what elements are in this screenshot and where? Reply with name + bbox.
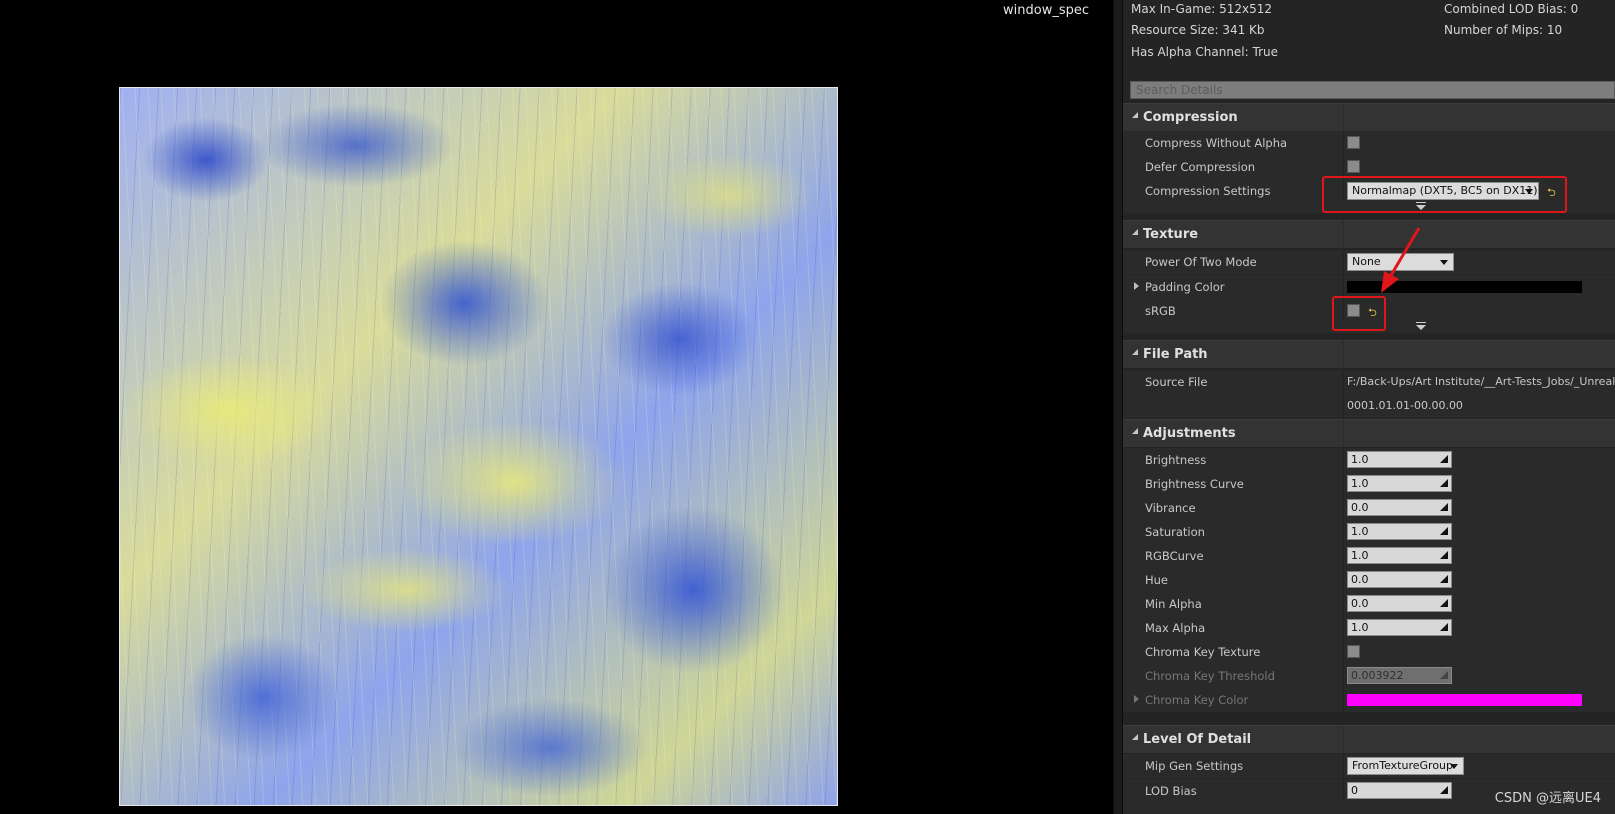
details-panel: Max In-Game: 512x512 Resource Size: 341 … (1123, 0, 1615, 814)
annotation-arrow (1381, 227, 1421, 293)
texture-name-label: window_spec (1003, 3, 1089, 18)
texture-preview (119, 87, 838, 806)
panel-splitter[interactable] (1113, 0, 1123, 814)
watermark: CSDN @远离UE4 (1494, 791, 1601, 806)
texture-viewport[interactable]: window_spec (0, 0, 1113, 814)
